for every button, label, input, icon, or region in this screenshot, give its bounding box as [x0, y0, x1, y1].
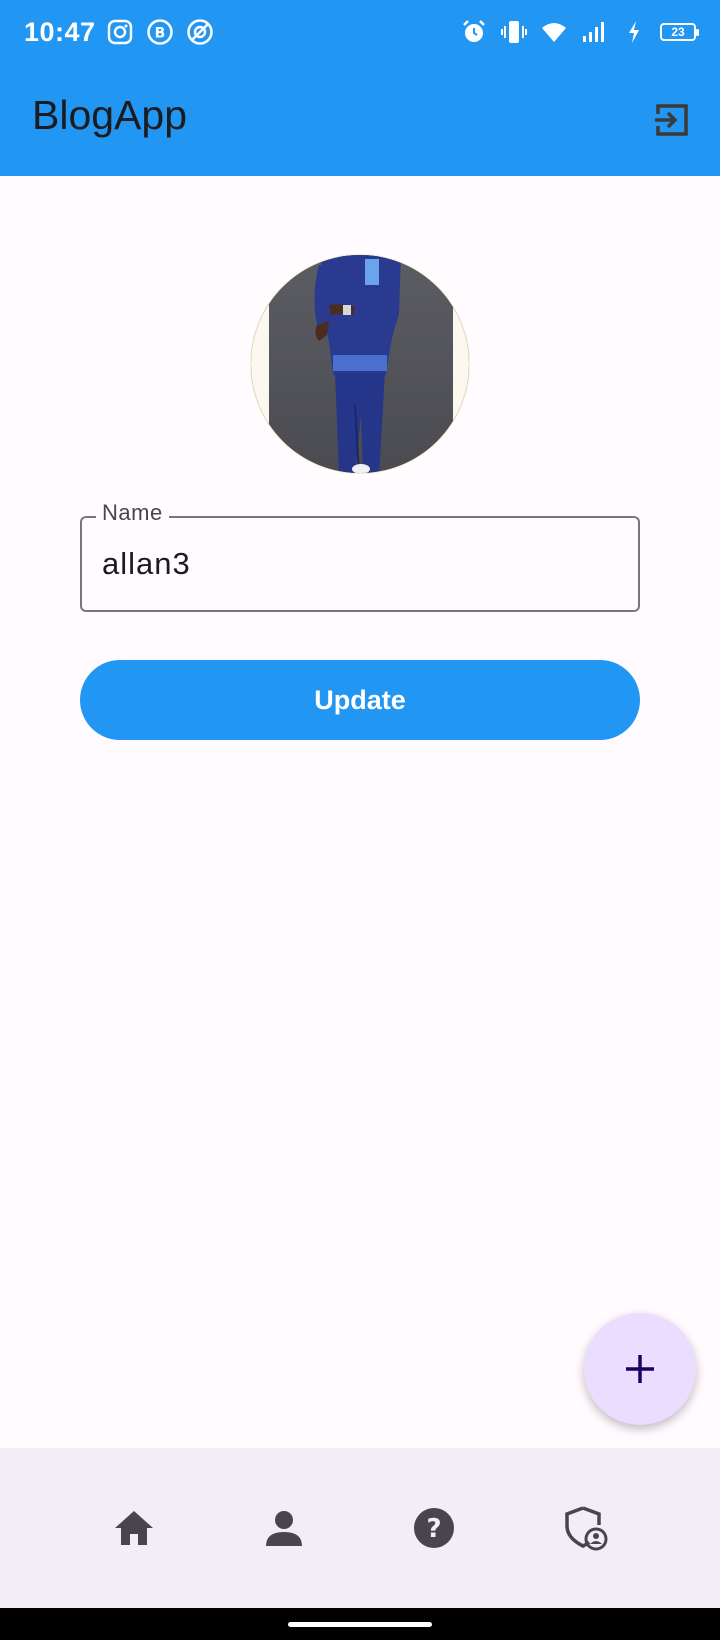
business-b-icon: B	[146, 18, 174, 46]
admin-shield-icon	[565, 1506, 608, 1551]
logout-button[interactable]	[650, 98, 694, 142]
add-post-fab[interactable]	[584, 1313, 696, 1425]
nav-home[interactable]	[110, 1504, 158, 1552]
app-header: 10:47 B 23 BlogApp	[0, 0, 720, 176]
battery-indicator: 23	[660, 23, 699, 41]
home-icon	[115, 1511, 153, 1545]
person-icon	[266, 1511, 302, 1546]
avatar[interactable]	[250, 254, 470, 474]
signal-icon	[580, 18, 608, 46]
logout-icon	[655, 104, 688, 136]
svg-text:B: B	[154, 26, 165, 42]
nav-admin[interactable]	[562, 1504, 610, 1552]
vibrate-icon	[500, 18, 528, 46]
name-field-label: Name	[96, 500, 169, 526]
status-time: 10:47	[24, 16, 96, 47]
name-input[interactable]	[102, 542, 622, 586]
app-title: BlogApp	[32, 92, 188, 138]
nav-help[interactable]: ?	[410, 1504, 458, 1552]
name-field[interactable]: Name	[80, 500, 640, 612]
nav-profile[interactable]	[260, 1504, 308, 1552]
bottom-navigation: ?	[0, 1448, 720, 1608]
add-icon	[626, 1355, 654, 1383]
charging-icon	[620, 18, 648, 46]
svg-text:?: ?	[426, 1514, 441, 1544]
alarm-icon	[460, 18, 488, 46]
update-button[interactable]: Update	[80, 660, 640, 740]
profile-photo	[251, 255, 469, 473]
wifi-icon	[540, 18, 568, 46]
status-bar: 10:47 B 23	[0, 0, 720, 64]
instagram-icon	[106, 18, 134, 46]
home-indicator[interactable]	[288, 1622, 432, 1627]
system-navigation-bar	[0, 1608, 720, 1640]
circle-slash-icon	[186, 18, 214, 46]
help-icon: ?	[414, 1508, 454, 1548]
